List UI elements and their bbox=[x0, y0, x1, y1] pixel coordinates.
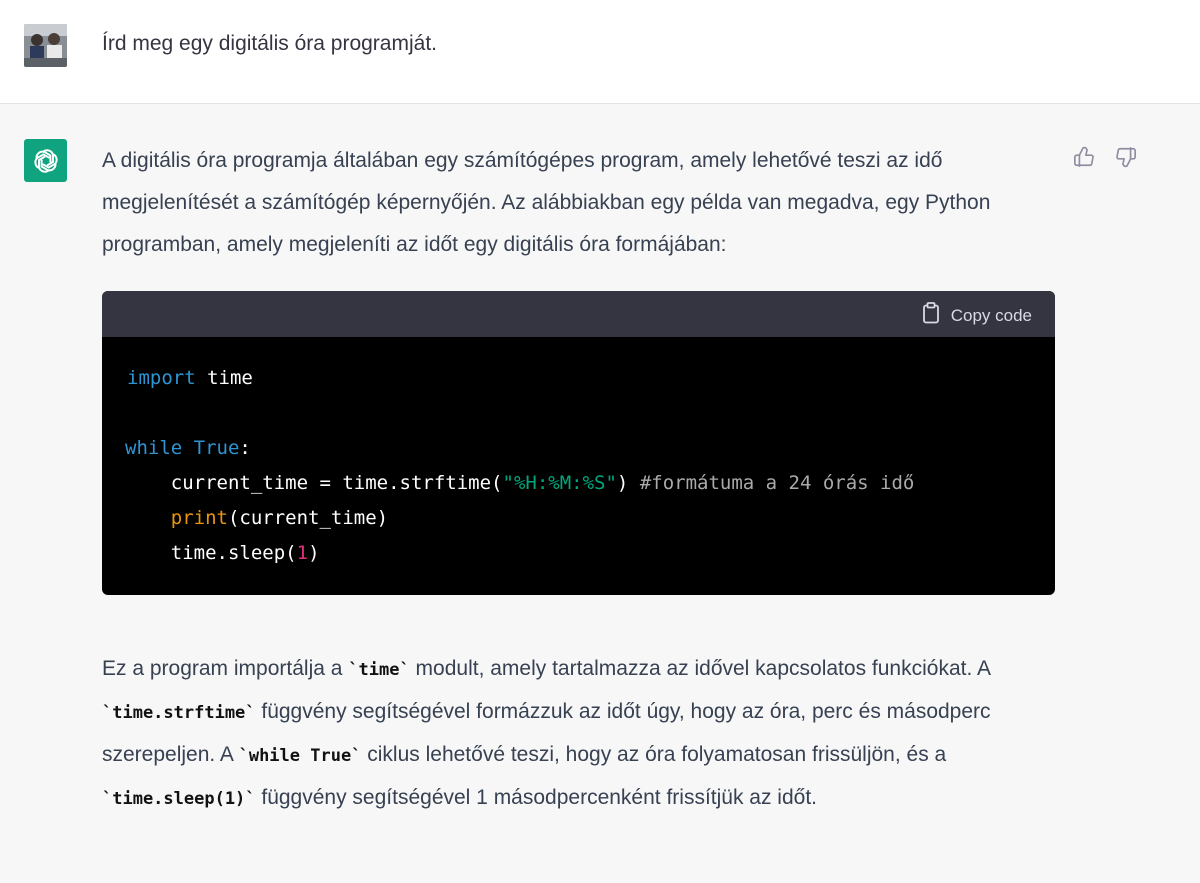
inline-code: `while True` bbox=[238, 746, 362, 766]
code-token: time.sleep( bbox=[170, 542, 297, 564]
explanation-text: Ez a program importálja a bbox=[102, 657, 349, 680]
code-token: : bbox=[239, 437, 251, 459]
user-message-text: Írd meg egy digitális óra programját. bbox=[102, 32, 437, 55]
code-line-6: time.sleep(1) bbox=[125, 539, 320, 567]
code-block: Copy code import time while True: curren… bbox=[102, 291, 1055, 595]
code-token: while bbox=[125, 437, 183, 459]
copy-code-label: Copy code bbox=[950, 305, 1032, 325]
inline-code: `time.sleep(1)` bbox=[102, 789, 256, 809]
code-line-4: current_time = time.strftime("%H:%M:%S")… bbox=[125, 469, 915, 497]
user-avatar bbox=[24, 24, 67, 67]
chat-page: Írd meg egy digitális óra programját. A … bbox=[0, 0, 1200, 883]
code-token: %H:%M:%S bbox=[513, 472, 606, 494]
code-line-1: import time bbox=[127, 364, 253, 392]
explanation-text: modult, amely tartalmazza az idővel kapc… bbox=[409, 657, 990, 680]
code-token: True bbox=[193, 437, 240, 459]
assistant-intro-text: A digitális óra programja általában egy … bbox=[102, 149, 991, 256]
explanation-text: függvény segítségével 1 másodpercenként … bbox=[255, 786, 818, 809]
code-token: import bbox=[127, 367, 196, 389]
code-token: ) bbox=[616, 472, 640, 494]
inline-code: `time` bbox=[348, 660, 410, 680]
code-token: current_time = time.strftime( bbox=[170, 472, 503, 494]
code-line-3: while True: bbox=[125, 434, 251, 462]
code-token: time bbox=[195, 367, 253, 389]
code-token: (current_time) bbox=[227, 507, 389, 529]
thumbs-down-icon[interactable] bbox=[1113, 144, 1139, 170]
code-line-5: print(current_time) bbox=[125, 504, 388, 532]
clipboard-icon bbox=[921, 302, 941, 329]
explanation-text: ciklus lehetővé teszi, hogy az óra folya… bbox=[361, 743, 947, 766]
openai-logo-icon bbox=[24, 139, 67, 182]
user-message-row: Írd meg egy digitális óra programját. bbox=[0, 0, 1200, 104]
code-block-header: Copy code bbox=[102, 291, 1055, 337]
code-comment: #formátuma a 24 órás idő bbox=[639, 472, 915, 494]
inline-code: `time.strftime` bbox=[102, 703, 256, 723]
code-token: 1 bbox=[296, 542, 309, 564]
code-token: ) bbox=[308, 542, 320, 564]
thumbs-up-icon[interactable] bbox=[1071, 144, 1097, 170]
assistant-explanation-text: Ez a program importálja a `time` modult,… bbox=[102, 648, 1052, 820]
code-token: print bbox=[170, 507, 228, 529]
assistant-message-row: A digitális óra programja általában egy … bbox=[0, 104, 1200, 883]
code-token: " bbox=[502, 472, 514, 494]
code-token: " bbox=[605, 472, 617, 494]
copy-code-button[interactable]: Copy code bbox=[921, 302, 1032, 329]
